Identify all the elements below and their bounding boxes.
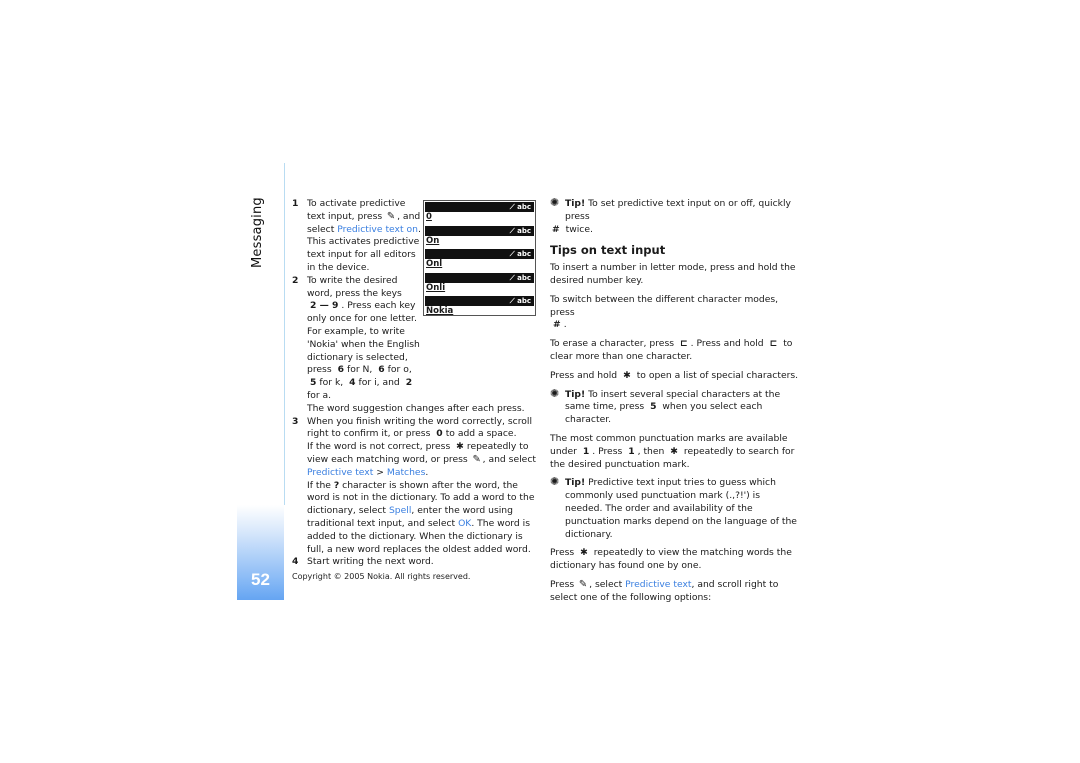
section-heading: Tips on text input — [550, 243, 666, 258]
page-number-tab: 52 — [237, 505, 284, 600]
left-column: 1 To activate predictive text input, pre… — [292, 198, 537, 569]
star-key-icon: ✱ — [456, 441, 464, 453]
step-text: To activate predictive text input, press… — [307, 198, 421, 273]
pencil-key-icon: ✎ — [386, 210, 396, 222]
star-key-icon: ✱ — [623, 369, 631, 381]
pencil-key-icon: ✎ — [472, 453, 481, 465]
paragraph: To switch between the different characte… — [550, 293, 779, 331]
key-icon: 1 — [628, 445, 635, 457]
paragraph: To erase a character, press ⊏. Press and… — [550, 338, 793, 362]
margin-rule — [284, 163, 285, 505]
hash-key-icon: # — [552, 223, 560, 235]
tip-bulb-icon: ✺ — [550, 196, 560, 209]
key-icon: 2 — [405, 377, 413, 389]
step-text: When you finish writing the word correct… — [307, 415, 533, 440]
step-1: 1 To activate predictive text input, pre… — [292, 198, 537, 275]
copyright-notice: Copyright © 2005 Nokia. All rights reser… — [292, 572, 471, 581]
key-icon: 1 — [582, 445, 590, 457]
key-icon: 4 — [349, 377, 356, 389]
paragraph: Press ✱ repeatedly to view the matching … — [550, 547, 792, 572]
key-icon: 5 — [650, 401, 657, 413]
section-title: Messaging — [246, 197, 276, 270]
menu-link: Predictive text on — [337, 223, 418, 235]
menu-link: Matches — [386, 466, 426, 478]
step-text: If the ? character is shown after the wo… — [307, 479, 535, 555]
pencil-key-icon: ✎ — [578, 578, 588, 590]
hash-key-icon: # — [553, 319, 561, 331]
key-icon: 6 — [337, 364, 344, 376]
step-note: The word suggestion changes after each p… — [307, 402, 525, 414]
tip-box: ✺ Tip! To set predictive text input on o… — [550, 196, 791, 235]
page-number: 52 — [251, 570, 270, 589]
step-number: 1 — [292, 198, 299, 209]
step-text: To write the desired word, press the key… — [307, 274, 420, 401]
section-title-text: Messaging — [250, 197, 265, 268]
star-key-icon: ✱ — [580, 547, 588, 559]
menu-link: Predictive text — [625, 578, 692, 590]
clear-key-icon: ⊏ — [769, 338, 778, 350]
paragraph: The most common punctuation marks are av… — [550, 432, 795, 470]
tip-box: ✺ Tip! To insert several special charact… — [550, 386, 781, 426]
menu-link: OK — [458, 517, 472, 529]
paragraph: Press and hold ✱ to open a list of speci… — [550, 369, 799, 381]
right-column: ✺ Tip! To set predictive text input on o… — [550, 196, 800, 611]
star-key-icon: ✱ — [670, 445, 678, 457]
zero-key-icon: 0 — [436, 428, 443, 440]
menu-link: Predictive text — [307, 466, 374, 478]
step-text: If the word is not correct, press ✱ repea… — [307, 441, 536, 478]
tip-bulb-icon: ✺ — [550, 475, 560, 489]
number-keys-icon: 2 — 9 — [310, 300, 339, 312]
tip-bulb-icon: ✺ — [550, 386, 560, 400]
menu-link: Spell — [388, 505, 412, 517]
key-icon: 6 — [378, 364, 385, 376]
step-number: 4 — [292, 556, 299, 568]
key-icon: 5 — [310, 377, 317, 389]
tip-box: ✺ Tip! Predictive text input tries to gu… — [550, 475, 797, 540]
paragraph: Press ✎, select Predictive text, and scr… — [550, 578, 779, 603]
step-4: 4 Start writing the next word. — [292, 556, 537, 569]
step-2: 2 To write the desired word, press the k… — [292, 275, 537, 416]
step-text: Start writing the next word. — [307, 556, 434, 568]
paragraph: To insert a number in letter mode, press… — [550, 262, 796, 286]
step-number: 3 — [292, 415, 299, 427]
clear-key-icon: ⊏ — [679, 338, 688, 350]
step-3: 3 When you finish writing the word corre… — [292, 416, 537, 557]
step-number: 2 — [292, 274, 299, 286]
